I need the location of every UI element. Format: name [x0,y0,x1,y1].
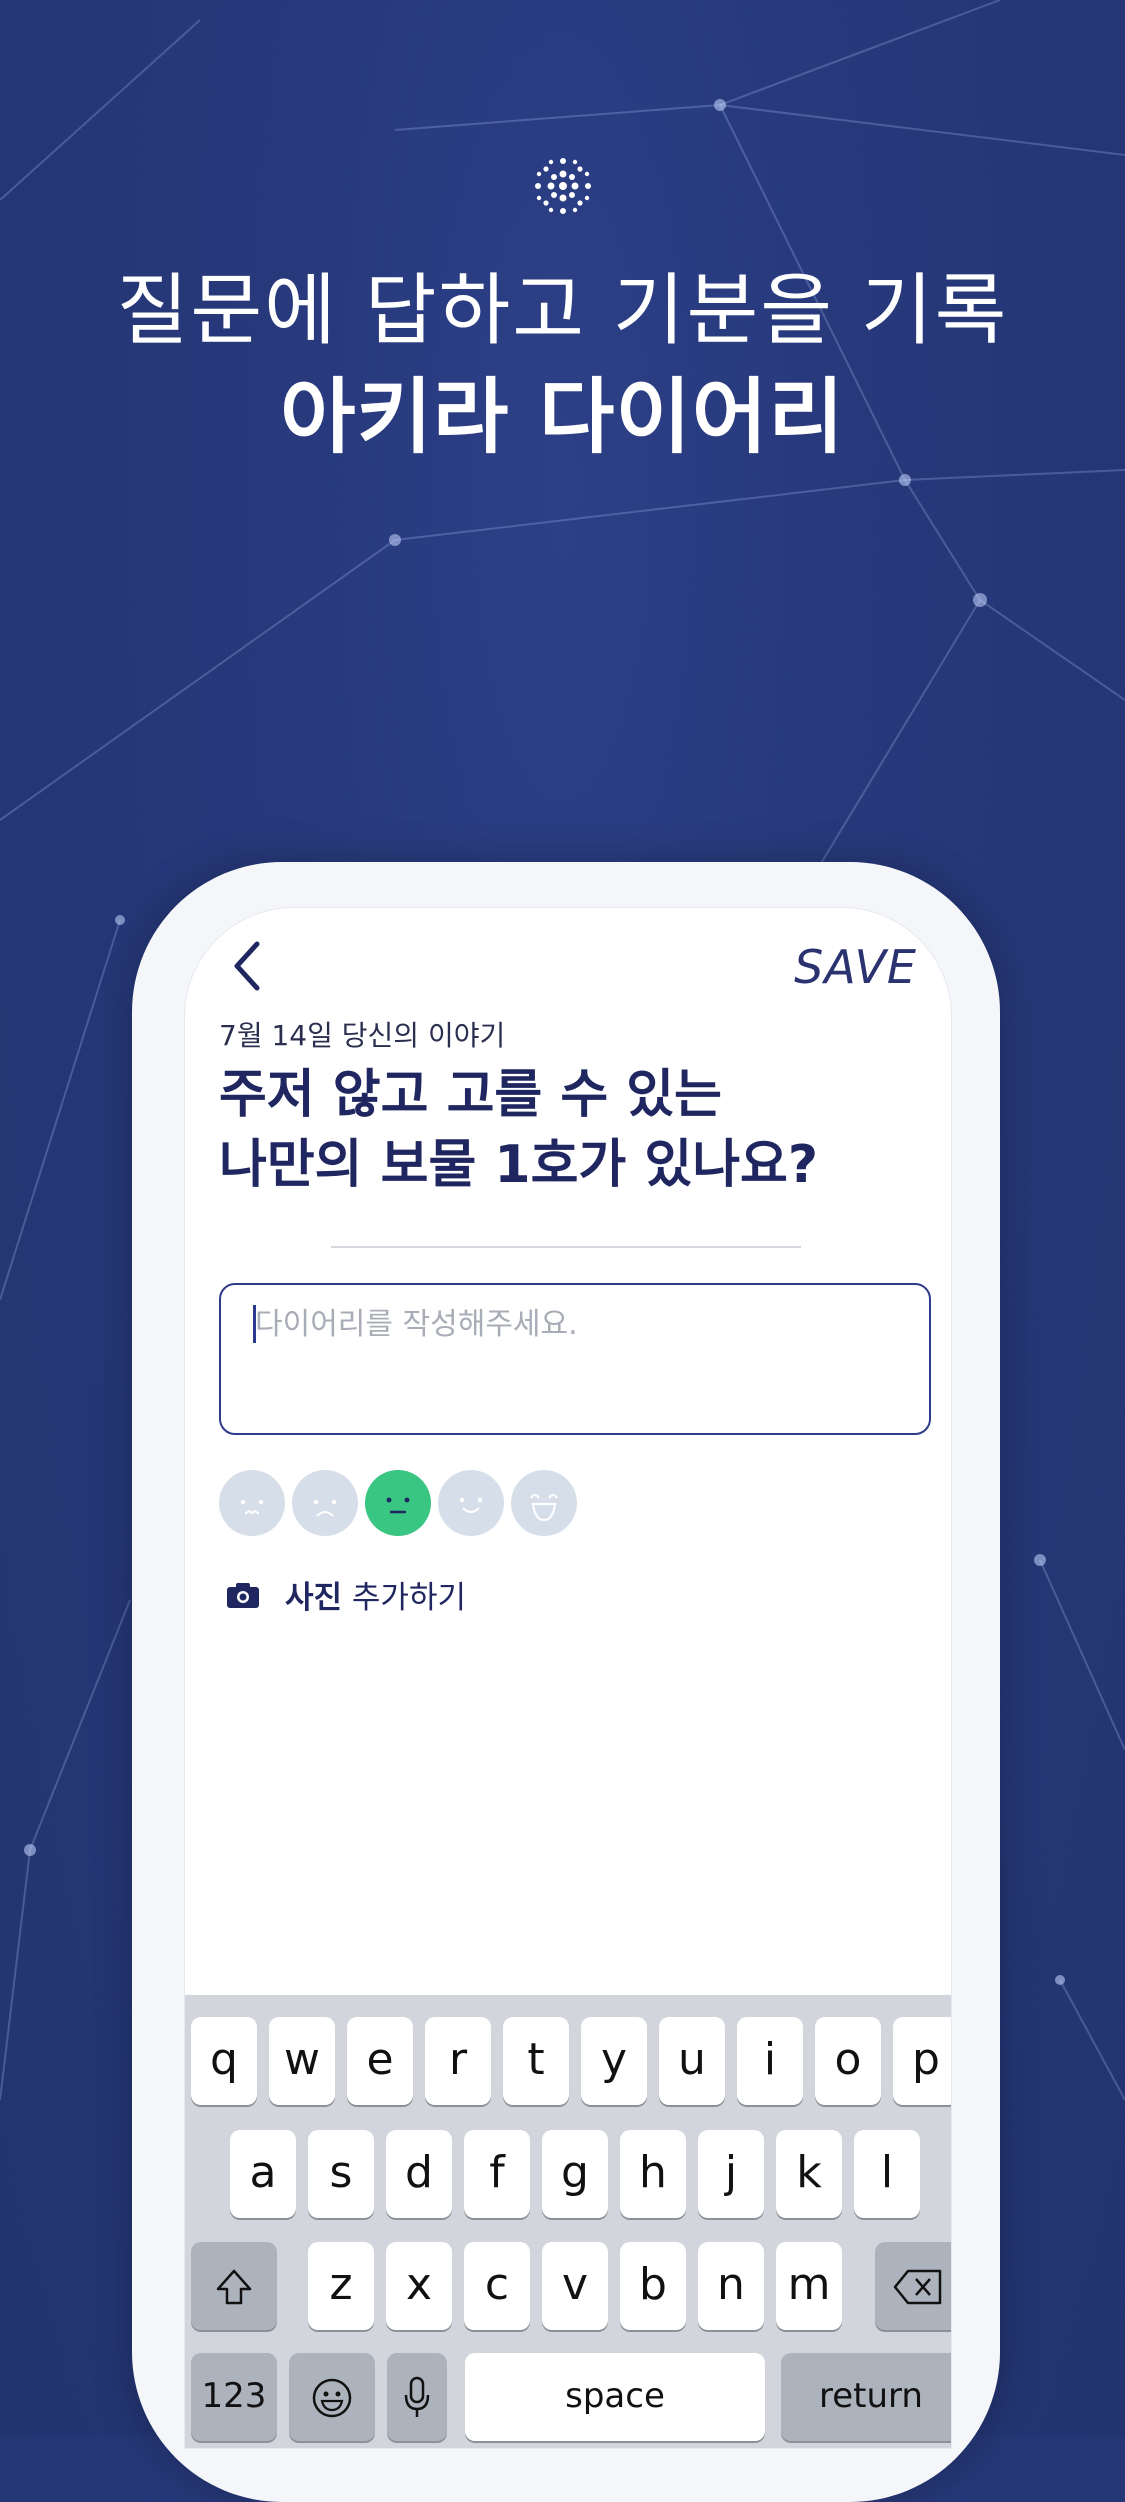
backspace-icon [893,2269,942,2305]
shift-key[interactable] [191,2242,277,2330]
key-m[interactable]: m [776,2242,842,2330]
key-e[interactable]: e [347,2017,413,2105]
emoji-icon [312,2378,352,2418]
microphone-key[interactable] [387,2353,447,2441]
text-cursor [253,1305,256,1343]
question-line1: 주저 않고 고를 수 있는 [219,1065,722,1125]
keyboard: q w e r t y u i o p a s d f g h j k l z … [185,1995,951,2448]
key-b[interactable]: b [620,2242,686,2330]
key-d[interactable]: d [386,2130,452,2218]
question-title: 주저 않고 고를 수 있는 나만의 보물 1호가 있나요? [219,1060,919,1200]
key-q[interactable]: q [191,2017,257,2105]
space-key[interactable]: space [465,2353,765,2441]
return-key[interactable]: return [781,2353,951,2441]
key-k[interactable]: k [776,2130,842,2218]
key-s[interactable]: s [308,2130,374,2218]
microphone-icon [404,2376,430,2417]
photo-label-bold: 사진 [285,1580,343,1616]
key-r[interactable]: r [425,2017,491,2105]
key-z[interactable]: z [308,2242,374,2330]
key-l[interactable]: l [854,2130,920,2218]
date-label: 7월 14일 당신의 이야기 [219,1019,506,1052]
emoji-key[interactable] [289,2353,375,2441]
key-o[interactable]: o [815,2017,881,2105]
camera-icon [227,1583,259,1608]
headline-line2: 아키라 다이어리 [280,370,845,465]
key-j[interactable]: j [698,2130,764,2218]
key-p[interactable]: p [893,2017,951,2105]
key-n[interactable]: n [698,2242,764,2330]
key-f[interactable]: f [464,2130,530,2218]
key-i[interactable]: i [737,2017,803,2105]
save-button[interactable]: SAVE [794,940,917,994]
mood-sad-icon[interactable] [292,1470,358,1536]
add-photo-label: 사진 추가하기 [285,1572,466,1617]
akira-logo-icon [535,158,591,214]
key-t[interactable]: t [503,2017,569,2105]
mood-happy-icon[interactable] [438,1470,504,1536]
key-h[interactable]: h [620,2130,686,2218]
mood-very-sad-icon[interactable] [219,1470,285,1536]
key-v[interactable]: v [542,2242,608,2330]
divider [331,1246,801,1248]
question-line2: 나만의 보물 1호가 있나요? [219,1135,819,1195]
backspace-key[interactable] [875,2242,951,2330]
key-a[interactable]: a [230,2130,296,2218]
headline-line1: 질문에 답하고 기분을 기록 [116,266,1009,356]
key-c[interactable]: c [464,2242,530,2330]
key-u[interactable]: u [659,2017,725,2105]
key-x[interactable]: x [386,2242,452,2330]
diary-placeholder: 다이어리를 작성해주세요. [255,1307,578,1342]
numbers-key[interactable]: 123 [191,2353,277,2441]
photo-label-rest: 추가하기 [342,1580,466,1616]
key-w[interactable]: w [269,2017,335,2105]
key-g[interactable]: g [542,2130,608,2218]
mood-very-happy-icon[interactable] [511,1470,577,1536]
mood-neutral-icon[interactable] [365,1470,431,1536]
shift-icon [216,2269,252,2305]
key-y[interactable]: y [581,2017,647,2105]
back-chevron-icon[interactable] [227,938,267,994]
diary-input[interactable]: 다이어리를 작성해주세요. [219,1283,931,1435]
phone-screen: SAVE 7월 14일 당신의 이야기 주저 않고 고를 수 있는 나만의 보물… [184,907,952,2449]
